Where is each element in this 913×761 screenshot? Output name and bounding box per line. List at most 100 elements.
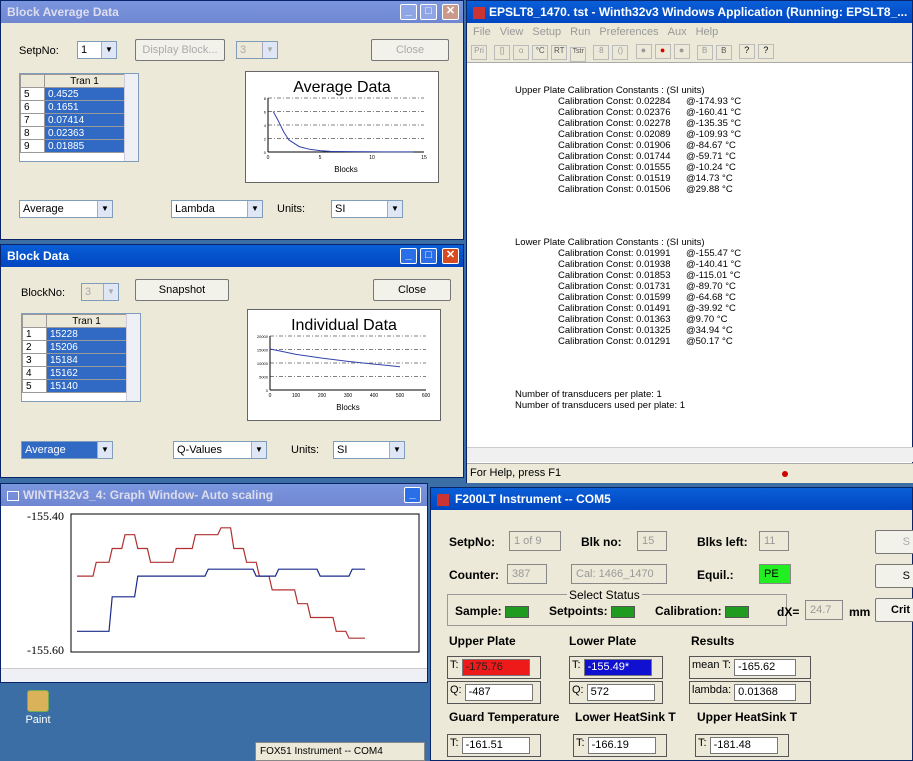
results-heading: Results [691, 634, 735, 648]
maximize-icon[interactable]: □ [420, 4, 437, 20]
table-row[interactable]: 5 0.4525 [20, 87, 125, 101]
lower-constants-list: Calibration Const: 0.01991 @-155.47 °C Cal… [558, 248, 895, 347]
cal-temp: @-135.35 °C [686, 118, 742, 129]
block-select[interactable]: 3 ▼ [236, 41, 278, 59]
menu-run[interactable]: Run [570, 26, 590, 38]
blksleft-field[interactable]: 11 [759, 531, 789, 551]
grid-scrollbar[interactable] [126, 314, 140, 401]
units-select[interactable]: SI ▼ [331, 200, 403, 218]
y-tick-label: 5000 [259, 375, 269, 380]
cal-const: Calibration Const: 0.01506 [558, 184, 671, 195]
counter-field[interactable]: 387 [507, 564, 547, 584]
taskbar-item[interactable]: FOX51 Instrument -- COM4 [255, 742, 425, 761]
toolbar-button-b1[interactable]: B [696, 45, 713, 60]
minimize-icon[interactable]: _ [404, 487, 421, 503]
table-row[interactable]: 6 0.1651 [20, 100, 125, 114]
winth-titlebar[interactable]: EPSLT8_1470. tst - Winth32v3 Windows App… [467, 1, 912, 23]
paint-desktop-icon[interactable]: Paint [18, 690, 58, 726]
setpno-select[interactable]: 1 ▼ [77, 41, 117, 59]
toolbar-button-edit[interactable]: o [513, 45, 530, 60]
table-row[interactable]: 4 15162 [22, 366, 127, 380]
lambda-grid[interactable]: Tran 1 5 0.4525 6 0.1651 7 0.07414 8 0.02363 9 0.0… [19, 73, 139, 162]
y-tick-label: 15000 [257, 348, 269, 353]
cal-temp: @-84.67 °C [686, 140, 736, 151]
graph-scrollbar[interactable] [1, 668, 427, 682]
close-button[interactable]: Close [373, 279, 451, 301]
x-tick-label: 100 [292, 393, 301, 399]
setpoints-toggle[interactable] [611, 605, 636, 618]
block-data-titlebar[interactable]: Block Data _ □ ✕ [1, 245, 463, 267]
lower-const-row: Calibration Const: 0.01363 @9.70 °C [558, 314, 895, 325]
table-row[interactable]: 9 0.01885 [20, 139, 125, 153]
menu-preferences[interactable]: Preferences [599, 26, 658, 38]
menu-aux[interactable]: Aux [668, 26, 687, 38]
qvalues-grid[interactable]: Tran 1 1 15228 2 15206 3 15184 4 15162 5 15140 [21, 313, 141, 402]
table-row[interactable]: 3 15184 [22, 353, 127, 367]
toolbar-button-start[interactable]: ● [635, 44, 652, 59]
block-average-window: Block Average Data _ □ ✕ SetpNo: 1 ▼ Disp… [0, 0, 464, 240]
maximize-icon[interactable]: □ [420, 248, 437, 264]
grid-corner [22, 314, 47, 328]
quantity-select[interactable]: Q-Values ▼ [173, 441, 267, 459]
lower-const-row: Calibration Const: 0.01991 @-155.47 °C [558, 248, 895, 259]
row-index: 8 [20, 126, 45, 140]
table-row[interactable]: 8 0.02363 [20, 126, 125, 140]
close-icon[interactable]: ✕ [442, 4, 459, 20]
table-row[interactable]: 5 15140 [22, 379, 127, 393]
horizontal-scrollbar[interactable] [467, 447, 913, 462]
toolbar-button-pause[interactable]: ● [673, 44, 690, 59]
toolbar-button-b2[interactable]: B [715, 45, 732, 60]
f200-titlebar[interactable]: F200LT Instrument -- COM5 [431, 488, 912, 510]
x-tick-label: 200 [318, 393, 327, 399]
setpno-field[interactable]: 1 of 9 [509, 531, 561, 551]
print-button[interactable]: Pri [471, 45, 487, 60]
graph-titlebar[interactable]: WINTH32v3_4: Graph Window- Auto scaling … [1, 484, 427, 506]
toolbar-button-celsius[interactable]: °C [532, 45, 549, 60]
start-button[interactable]: S [875, 530, 913, 554]
block-average-titlebar[interactable]: Block Average Data _ □ ✕ [1, 1, 463, 23]
table-row[interactable]: 2 15206 [22, 340, 127, 354]
toolbar-button-8[interactable]: 8 [593, 45, 610, 60]
chevron-down-icon: ▼ [251, 442, 266, 458]
stop-button[interactable]: S [875, 564, 913, 588]
table-row[interactable]: 1 15228 [22, 327, 127, 341]
chevron-down-icon: ▼ [387, 201, 402, 217]
cal-temp: @29.88 °C [686, 184, 733, 195]
cal-temp: @50.17 °C [686, 336, 733, 347]
close-icon[interactable]: ✕ [442, 248, 459, 264]
cal-const: Calibration Const: 0.01325 [558, 325, 671, 336]
f200-window: F200LT Instrument -- COM5 SetpNo: 1 of 9… [430, 487, 913, 761]
close-button[interactable]: Close [371, 39, 449, 61]
context-help-icon[interactable]: ? [757, 44, 774, 59]
grid-scrollbar[interactable] [124, 74, 138, 161]
table-row[interactable]: 7 0.07414 [20, 113, 125, 127]
minimize-icon[interactable]: _ [400, 248, 417, 264]
toolbar-button-paren[interactable]: () [612, 45, 629, 60]
blockno-select[interactable]: 3 ▼ [81, 283, 119, 301]
units-select[interactable]: SI ▼ [333, 441, 405, 459]
sample-toggle[interactable] [505, 605, 530, 618]
minimize-icon[interactable]: _ [400, 4, 417, 20]
toolbar-button-stop[interactable]: ● [654, 44, 671, 59]
row-value: 0.4525 [44, 87, 125, 101]
toolbar-button-open[interactable]: [] [494, 45, 511, 60]
menu-view[interactable]: View [500, 26, 524, 38]
toolbar-button-tstr[interactable]: Tstr [570, 47, 587, 62]
cal-field[interactable]: Cal: 1466_1470 [571, 564, 667, 584]
dx-field[interactable]: 24.7 [805, 600, 843, 620]
average-mode-select[interactable]: Average ▼ [21, 441, 113, 459]
display-block-button[interactable]: Display Block... [135, 39, 225, 61]
toolbar-button-rt[interactable]: RT [551, 45, 568, 60]
upper-const-row: Calibration Const: 0.01744 @-59.71 °C [558, 151, 895, 162]
criteria-button[interactable]: Crit [875, 598, 913, 622]
menu-file[interactable]: File [473, 26, 491, 38]
upper-heatsink-heading: Upper HeatSink T [697, 710, 798, 724]
quantity-select[interactable]: Lambda ▼ [171, 200, 263, 218]
average-mode-select[interactable]: Average ▼ [19, 200, 113, 218]
menu-setup[interactable]: Setup [532, 26, 561, 38]
help-icon[interactable]: ? [738, 44, 755, 59]
snapshot-button[interactable]: Snapshot [135, 279, 229, 301]
calibration-toggle[interactable] [725, 605, 750, 618]
blkno-field[interactable]: 15 [637, 531, 667, 551]
menu-help[interactable]: Help [696, 26, 719, 38]
